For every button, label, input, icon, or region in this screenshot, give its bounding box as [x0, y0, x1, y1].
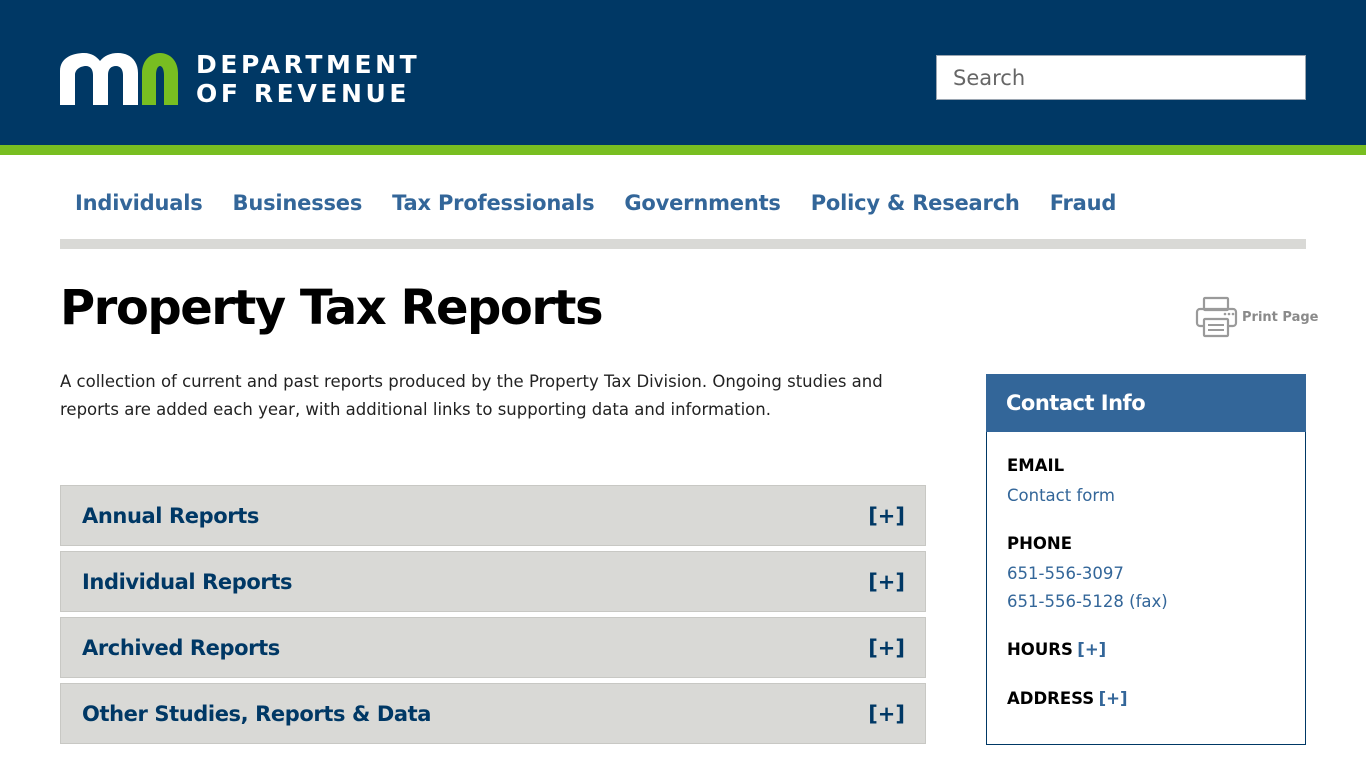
accordion-title: Other Studies, Reports & Data [82, 701, 432, 726]
search-box [936, 55, 1306, 100]
intro-paragraph: A collection of current and past reports… [60, 372, 883, 419]
accordion-title: Annual Reports [82, 503, 259, 528]
accordion-item-annual-reports[interactable]: Annual Reports [+] [60, 485, 926, 546]
hours-expand-toggle[interactable]: [+] [1077, 640, 1106, 659]
nav-tax-professionals[interactable]: Tax Professionals [377, 191, 609, 215]
contact-address-section: ADDRESS [+] [1007, 687, 1285, 712]
site-header: DEPARTMENT OF REVENUE [0, 0, 1366, 145]
nav-businesses[interactable]: Businesses [218, 191, 378, 215]
contact-form-link[interactable]: Contact form [1007, 482, 1285, 510]
expand-toggle[interactable]: [+] [868, 636, 905, 660]
accordion-item-individual-reports[interactable]: Individual Reports [+] [60, 551, 926, 612]
fax-number[interactable]: 651-556-5128 (fax) [1007, 588, 1285, 616]
address-expand-toggle[interactable]: [+] [1099, 689, 1128, 708]
nav-policy-research[interactable]: Policy & Research [796, 191, 1035, 215]
reports-accordion: Annual Reports [+] Individual Reports [+… [60, 485, 926, 749]
contact-info-heading: Contact Info [986, 374, 1306, 432]
logo-line-2: OF REVENUE [196, 79, 411, 108]
accordion-item-other-studies[interactable]: Other Studies, Reports & Data [+] [60, 683, 926, 744]
nav-individuals[interactable]: Individuals [60, 191, 218, 215]
nav-divider [60, 239, 1306, 249]
expand-toggle[interactable]: [+] [868, 570, 905, 594]
contact-email-section: EMAIL Contact form [1007, 454, 1285, 510]
expand-toggle[interactable]: [+] [868, 504, 905, 528]
contact-hours-section: HOURS [+] [1007, 638, 1285, 663]
printer-icon [1195, 296, 1238, 338]
email-label: EMAIL [1007, 456, 1065, 475]
contact-info-body: EMAIL Contact form PHONE 651-556-3097 65… [987, 432, 1305, 712]
logo-line-1: DEPARTMENT [196, 50, 421, 79]
hours-label: HOURS [1007, 640, 1073, 659]
accordion-item-archived-reports[interactable]: Archived Reports [+] [60, 617, 926, 678]
print-page-button[interactable]: Print Page [1195, 296, 1318, 338]
accordion-title: Archived Reports [82, 635, 280, 660]
main-nav: Individuals Businesses Tax Professionals… [60, 180, 1306, 226]
logo-text: DEPARTMENT OF REVENUE [196, 50, 420, 108]
mn-logo-icon [60, 53, 178, 105]
print-page-label: Print Page [1242, 309, 1319, 325]
nav-governments[interactable]: Governments [609, 191, 795, 215]
phone-link[interactable]: 651-556-3097 [1007, 560, 1285, 588]
page-title: Property Tax Reports [60, 280, 604, 336]
mn-revenue-logo[interactable]: DEPARTMENT OF REVENUE [60, 50, 420, 108]
accordion-title: Individual Reports [82, 569, 293, 594]
nav-fraud[interactable]: Fraud [1035, 191, 1132, 215]
phone-label: PHONE [1007, 534, 1073, 553]
address-label: ADDRESS [1007, 689, 1095, 708]
expand-toggle[interactable]: [+] [868, 702, 905, 726]
header-accent-bar [0, 145, 1366, 155]
search-input[interactable] [953, 56, 1305, 99]
contact-phone-section: PHONE 651-556-3097 651-556-5128 (fax) [1007, 532, 1285, 616]
contact-info-card: Contact Info EMAIL Contact form PHONE 65… [986, 374, 1306, 745]
